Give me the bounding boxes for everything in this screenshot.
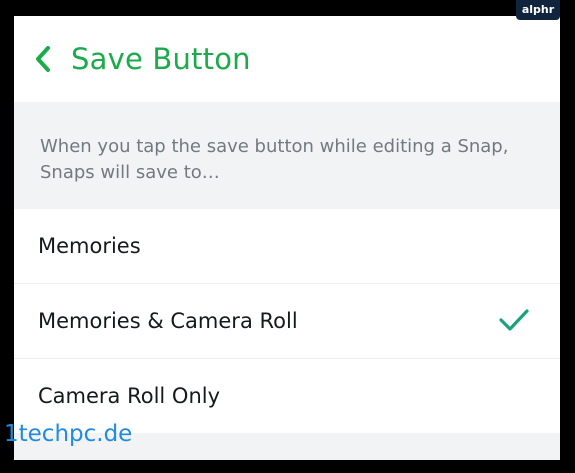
watermark-text: 1techpc.de xyxy=(4,421,133,447)
page-title: Save Button xyxy=(71,42,251,76)
chevron-left-icon xyxy=(36,46,50,72)
app-screen: Save Button When you tap the save button… xyxy=(14,16,560,460)
option-label: Memories xyxy=(38,234,141,258)
option-memories[interactable]: Memories xyxy=(14,209,560,284)
option-label: Memories & Camera Roll xyxy=(38,309,298,333)
screenshot-frame: Save Button When you tap the save button… xyxy=(0,0,575,473)
save-description: When you tap the save button while editi… xyxy=(40,136,509,183)
option-label: Camera Roll Only xyxy=(38,384,221,408)
header-bar: Save Button xyxy=(14,16,560,102)
back-button[interactable] xyxy=(32,45,54,73)
save-options-list: Memories Memories & Camera Roll Camera R… xyxy=(14,209,560,433)
brand-logo-badge: alphr xyxy=(516,0,560,20)
option-memories-and-camera-roll[interactable]: Memories & Camera Roll xyxy=(14,284,560,359)
checkmark-icon xyxy=(499,309,529,331)
